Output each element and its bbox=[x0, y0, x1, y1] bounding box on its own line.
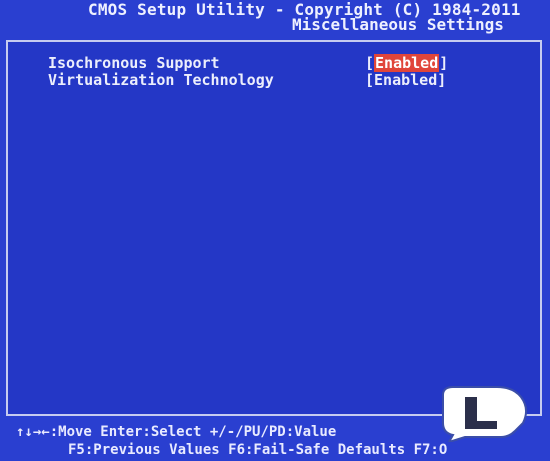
page-title: Miscellaneous Settings bbox=[292, 15, 504, 34]
selected-value[interactable]: Enabled bbox=[374, 54, 440, 72]
option-isochronous-support-value[interactable]: [Enabled] bbox=[365, 54, 448, 72]
bios-screen: CMOS Setup Utility - Copyright (C) 1984-… bbox=[0, 0, 550, 461]
bracket-open: [ bbox=[365, 71, 375, 89]
legit-reviews-logo-icon bbox=[442, 386, 527, 442]
key-hints-line2: F5:Previous Values F6:Fail-Safe Defaults… bbox=[68, 442, 448, 458]
option-virtualization-technology-value[interactable]: [Enabled] bbox=[365, 71, 446, 89]
bracket-close: ] bbox=[439, 54, 449, 72]
option-virtualization-technology-label[interactable]: Virtualization Technology bbox=[48, 71, 274, 89]
key-hints-line1: ↑↓→←:Move Enter:Select +/-/PU/PD:Value bbox=[16, 424, 337, 440]
bracket-close: ] bbox=[437, 71, 447, 89]
settings-panel bbox=[6, 40, 542, 416]
option-isochronous-support-label[interactable]: Isochronous Support bbox=[48, 54, 220, 72]
bracket-open: [ bbox=[365, 54, 375, 72]
option-value-text[interactable]: Enabled bbox=[374, 71, 437, 89]
